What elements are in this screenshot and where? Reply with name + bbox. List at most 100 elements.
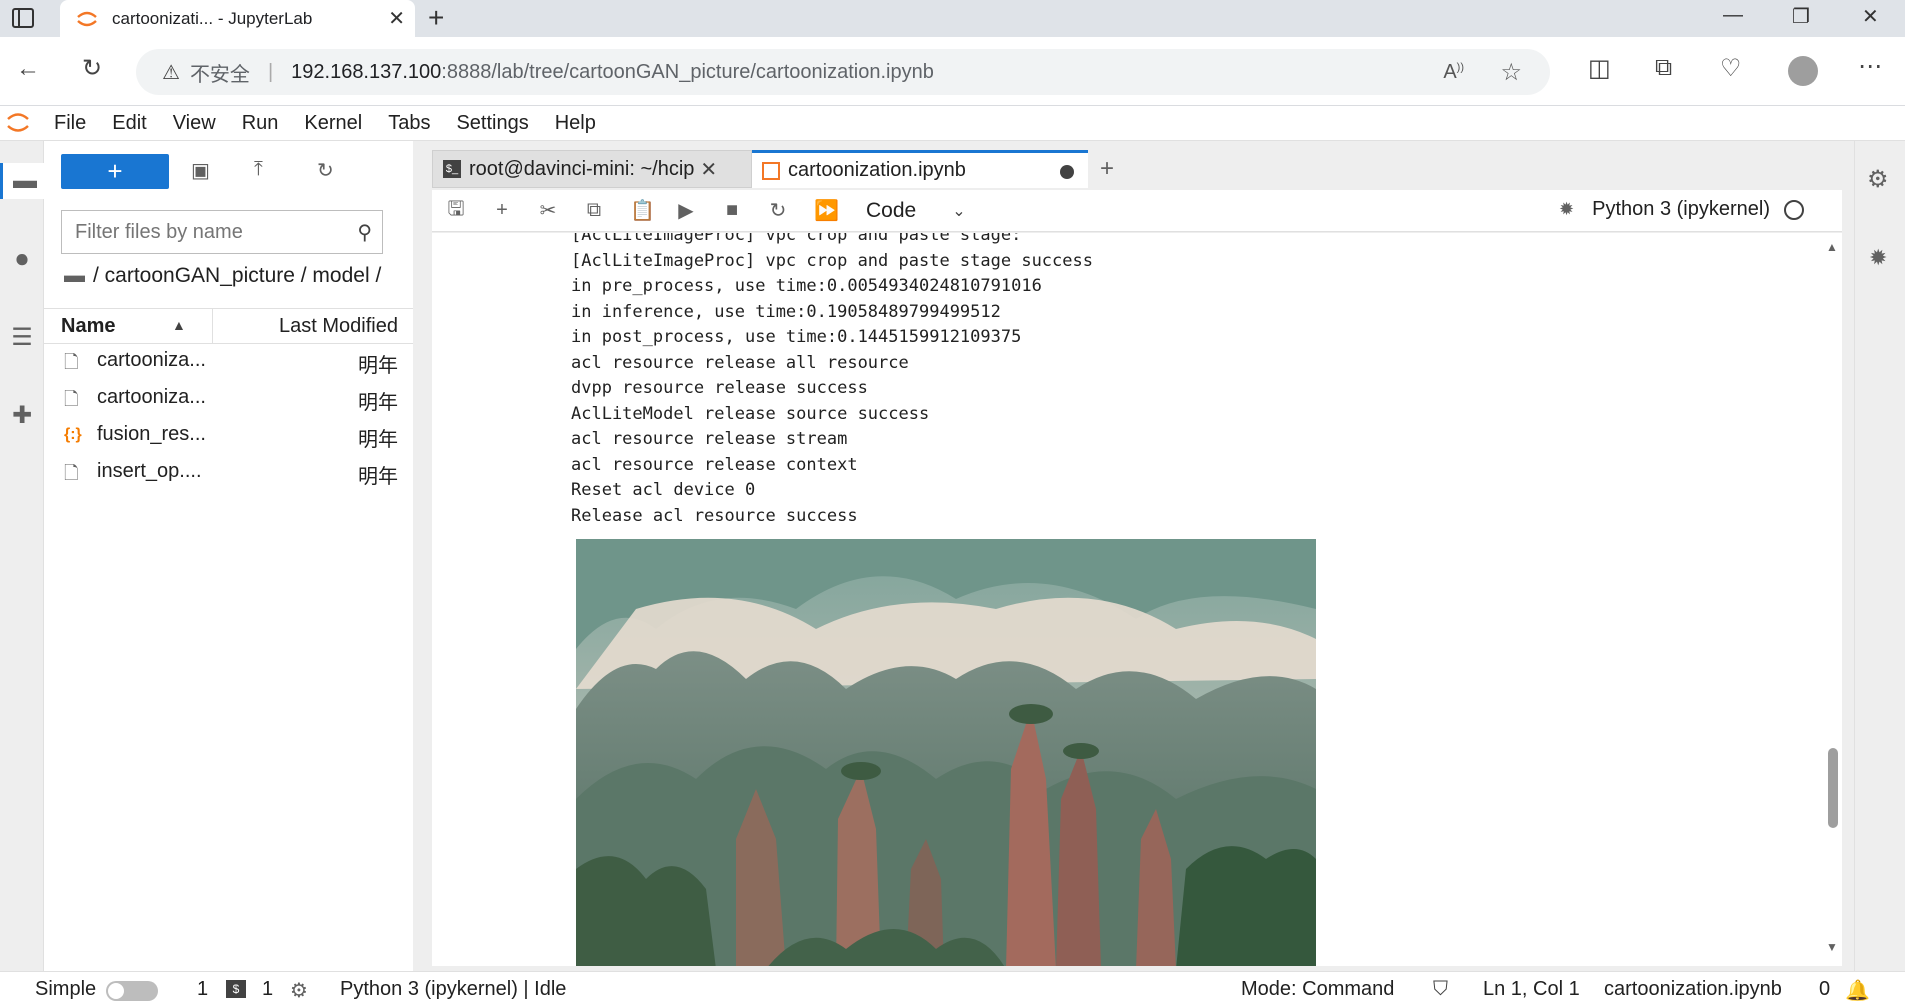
tab-actions-icon[interactable] [12, 8, 34, 28]
file-modified: 明年 [358, 355, 398, 377]
table-of-contents-icon[interactable]: ☰ [4, 319, 40, 355]
output-line: [AclLiteImageProc] vpc crop and paste st… [571, 250, 1093, 271]
menu-edit[interactable]: Edit [112, 112, 146, 135]
output-line: in inference, use time:0.190584897994995… [571, 301, 1001, 322]
menu-help[interactable]: Help [555, 112, 596, 135]
left-activity-bar: ▬ ⏺ ☰ ✚ [0, 141, 47, 971]
favorite-star-icon[interactable]: ☆ [1500, 58, 1522, 87]
browser-tab-strip: cartoonizati... - JupyterLab ✕ + — ❐ ✕ [0, 0, 1905, 37]
add-tab-button[interactable]: + [1090, 152, 1124, 186]
mode-indicator: Mode: Command [1241, 978, 1395, 1000]
simple-mode-label: Simple [35, 978, 97, 1000]
scrollbar-thumb[interactable] [1828, 748, 1838, 828]
kernel-count[interactable]: 1 [197, 978, 208, 1001]
scroll-up-arrow-icon[interactable]: ▲ [1826, 240, 1838, 254]
restore-button[interactable]: ❐ [1792, 4, 1810, 29]
scroll-down-arrow-icon[interactable]: ▼ [1826, 940, 1838, 954]
file-row[interactable]: 🗋 cartooniza... 明年 [44, 380, 413, 417]
url-host: 192.168.137.100 [291, 60, 442, 83]
unsaved-dot-icon[interactable] [1060, 165, 1074, 179]
jupyter-logo-icon [77, 11, 97, 27]
address-bar[interactable]: ⚠ 不安全 | 192.168.137.100:8888/lab/tree/ca… [136, 49, 1550, 95]
cpu-chip-icon: ⚙ [290, 980, 308, 1002]
folder-icon[interactable]: ▬ [0, 163, 47, 199]
output-line: in post_process, use time:0.144515991210… [571, 327, 1022, 347]
jupyter-logo-icon [7, 113, 29, 132]
menu-run[interactable]: Run [242, 112, 279, 135]
upload-icon[interactable]: ⤒ [254, 158, 263, 181]
browser-tab-title: cartoonizati... - JupyterLab [112, 8, 313, 28]
paste-icon[interactable]: 📋 [630, 198, 655, 223]
output-line: acl resource release context [571, 454, 858, 475]
menu-tabs[interactable]: Tabs [388, 112, 430, 135]
new-folder-icon[interactable]: ▣ [191, 158, 210, 183]
menu-settings[interactable]: Settings [456, 112, 528, 135]
menu-kernel[interactable]: Kernel [304, 112, 362, 135]
jupyter-menu-bar: File Edit View Run Kernel Tabs Settings … [0, 106, 1905, 141]
file-list-header: Name ▲ Last Modified [44, 308, 413, 344]
close-tab-icon[interactable]: ✕ [700, 157, 717, 182]
output-line: Release acl resource success [571, 505, 858, 526]
tab-terminal[interactable]: $_ root@davinci-mini: ~/hcip ✕ [432, 150, 752, 188]
browser-essentials-icon[interactable]: ♡ [1720, 54, 1742, 83]
cartoonized-output-image [576, 539, 1316, 966]
file-name: insert_op.... [97, 460, 202, 482]
property-inspector-gears-icon[interactable]: ⚙ [1867, 165, 1889, 194]
cursor-position[interactable]: Ln 1, Col 1 [1483, 978, 1580, 1001]
new-launcher-button[interactable]: + [61, 154, 169, 189]
cell-type-select[interactable]: Code ⌄ [866, 199, 966, 223]
breadcrumb[interactable]: ▬ / cartoonGAN_picture / model / [64, 264, 381, 288]
extensions-puzzle-icon[interactable]: ✚ [4, 397, 40, 433]
output-line: in pre_process, use time:0.0054934024810… [571, 276, 1042, 296]
tab-terminal-label: root@davinci-mini: ~/hcip [469, 157, 695, 180]
browser-tab-jupyterlab[interactable]: cartoonizati... - JupyterLab ✕ [60, 0, 415, 37]
fast-forward-icon[interactable]: ⏩ [814, 198, 839, 223]
menu-file[interactable]: File [54, 112, 86, 135]
column-name[interactable]: Name [61, 315, 115, 338]
save-icon[interactable]: 🖫 [446, 194, 466, 228]
new-tab-button[interactable]: + [428, 2, 444, 34]
insert-cell-icon[interactable]: + [492, 199, 512, 222]
simple-mode-toggle[interactable] [106, 981, 158, 1001]
column-divider [212, 309, 213, 343]
copy-icon[interactable]: ⧉ [584, 199, 604, 222]
file-row[interactable]: 🗋 insert_op.... 明年 [44, 454, 413, 491]
notification-count: 0 [1819, 978, 1831, 1000]
kernel-indicator[interactable]: ✹ Python 3 (ipykernel) [1559, 198, 1804, 221]
close-window-button[interactable]: ✕ [1862, 4, 1879, 29]
read-aloud-icon[interactable]: A)) [1443, 61, 1464, 84]
restart-icon[interactable]: ↻ [768, 198, 788, 223]
sort-ascending-icon[interactable]: ▲ [172, 317, 186, 333]
back-arrow-icon[interactable]: ← [16, 55, 40, 83]
notebook-icon [762, 161, 780, 180]
running-sessions-icon[interactable]: ⏺ [4, 242, 40, 278]
column-last-modified[interactable]: Last Modified [279, 315, 398, 338]
collections-icon[interactable]: ⧉ [1655, 54, 1672, 82]
more-options-icon[interactable]: ⋯ [1858, 52, 1882, 81]
status-bar: Simple 1 $ 1 ⚙ Python 3 (ipykernel) | Id… [0, 971, 1905, 1003]
stop-icon[interactable]: ■ [722, 199, 742, 222]
split-screen-icon[interactable]: ◫ [1588, 54, 1611, 83]
terminal-count[interactable]: 1 [262, 978, 273, 1001]
file-row[interactable]: 🗋 cartooniza... 明年 [44, 343, 413, 380]
debugger-bug-icon[interactable]: ✹ [1559, 199, 1574, 220]
minimize-button[interactable]: — [1723, 4, 1743, 27]
insecure-label: 不安全 [189, 63, 250, 86]
notebook-content[interactable]: [AclLiteImageProc] vpc crop and paste st… [432, 233, 1842, 966]
run-icon[interactable]: ▶ [676, 198, 696, 223]
cut-icon[interactable]: ✂ [538, 198, 558, 223]
refresh-icon[interactable]: ↻ [82, 54, 102, 83]
file-row[interactable]: {:} fusion_res... 明年 [44, 417, 413, 454]
refresh-files-icon[interactable]: ↻ [317, 158, 334, 183]
filter-files-input[interactable]: Filter files by name ⚲ [61, 210, 383, 254]
trusted-shield-icon[interactable]: ⛉ [1433, 978, 1448, 1001]
file-modified: 明年 [358, 466, 398, 488]
bell-icon[interactable]: 🔔 [1845, 978, 1870, 1003]
close-tab-icon[interactable]: ✕ [388, 6, 405, 31]
warning-triangle-icon: ⚠ [162, 61, 180, 84]
menu-view[interactable]: View [173, 112, 216, 135]
kernel-status[interactable]: Python 3 (ipykernel) | Idle [340, 978, 566, 1001]
debugger-bug-icon[interactable]: ✹ [1869, 245, 1887, 271]
profile-avatar[interactable] [1788, 56, 1818, 86]
tab-notebook[interactable]: cartoonization.ipynb [752, 150, 1088, 188]
